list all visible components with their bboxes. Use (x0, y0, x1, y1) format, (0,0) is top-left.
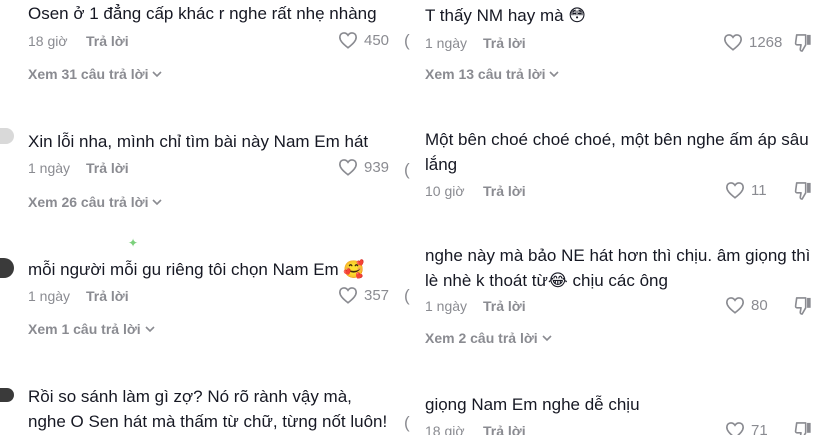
comment-text: nghe này mà bảo NE hát hơn thì chịu. âm … (425, 246, 811, 290)
comment-item: giọng Nam Em nghe dễ chịu 18 giờ Trả lời… (417, 392, 829, 435)
left-comment-column: Osen ở 1 đẳng cấp khác r nghe rất nhẹ nh… (0, 0, 412, 435)
heart-outline-icon (723, 34, 743, 51)
like-count: 357 (364, 286, 390, 304)
comment-meta: 10 giờ Trả lời (425, 183, 526, 199)
like-count: 11 (751, 181, 767, 199)
chevron-down-icon (549, 70, 560, 77)
comment-text: Osen ở 1 đẳng cấp khác r nghe rất nhẹ nh… (28, 4, 377, 23)
reply-button[interactable]: Trả lời (86, 160, 129, 176)
heart-outline-icon (725, 182, 745, 199)
comment-time: 18 giờ (28, 33, 68, 49)
truncated-glyph: ( (404, 286, 410, 305)
reply-button[interactable]: Trả lời (483, 35, 526, 51)
like-button[interactable]: 1268 (723, 33, 782, 51)
comment-text: Rồi so sánh làm gì zợ? Nó rõ rành vậy mà… (28, 387, 388, 431)
view-replies-label: Xem 26 câu trả lời (28, 194, 149, 210)
comment-time: 1 ngày (28, 288, 71, 304)
comment-meta: 1 ngày Trả lời (425, 35, 526, 51)
comment-item: T thấy NM hay mà 😳 1 ngày Trả lời 1268 X… (417, 0, 829, 100)
chevron-down-icon (145, 325, 155, 332)
comment-meta: 18 giờ Trả lời (28, 33, 129, 49)
like-count: 80 (751, 296, 768, 314)
comment-meta: 1 ngày Trả lời (425, 298, 526, 314)
comment-text: Xin lỗi nha, mình chỉ tìm bài này Nam Em… (28, 132, 369, 151)
chevron-down-icon (542, 334, 552, 341)
like-button[interactable]: 71 (725, 421, 768, 435)
avatar[interactable] (0, 258, 14, 278)
reply-button[interactable]: Trả lời (86, 288, 129, 304)
reply-button[interactable]: Trả lời (86, 33, 129, 49)
chevron-down-icon (152, 198, 163, 205)
view-replies-button[interactable]: Xem 26 câu trả lời (28, 194, 163, 210)
like-count: 939 (364, 158, 390, 176)
truncated-glyph: ( (404, 31, 410, 50)
view-replies-button[interactable]: Xem 1 câu trả lời (28, 321, 155, 337)
reply-button[interactable]: Trả lời (483, 423, 526, 435)
comment-text: giọng Nam Em nghe dễ chịu (425, 395, 640, 414)
comment-meta: 1 ngày Trả lời (28, 288, 129, 304)
comment-time: 1 ngày (425, 298, 468, 314)
truncated-glyph: ( (404, 160, 410, 179)
chevron-down-icon (152, 70, 163, 77)
like-button[interactable]: 11 (725, 181, 767, 199)
thumb-down-icon[interactable] (794, 181, 812, 201)
like-count: 1268 (749, 33, 783, 51)
view-replies-label: Xem 13 câu trả lời (425, 66, 546, 82)
comment-item: Rồi so sánh làm gì zợ? Nó rõ rành vậy mà… (0, 382, 412, 435)
comment-time: 10 giờ (425, 183, 465, 199)
like-button[interactable]: 357 (338, 286, 389, 304)
reply-button[interactable]: Trả lời (483, 298, 526, 314)
comment-time: 18 giờ (425, 423, 465, 435)
heart-outline-icon (338, 32, 358, 49)
truncated-glyph: ( (404, 413, 410, 432)
heart-outline-icon (338, 287, 358, 304)
view-replies-button[interactable]: Xem 2 câu trả lời (425, 330, 552, 346)
thumb-down-icon[interactable] (794, 421, 812, 435)
comment-item: Một bên choé choé choé, một bên nghe ấm … (417, 124, 829, 224)
like-button[interactable]: 450 (338, 31, 389, 49)
heart-outline-icon (725, 297, 745, 314)
view-replies-label: Xem 31 câu trả lời (28, 66, 149, 82)
comment-item: Osen ở 1 đẳng cấp khác r nghe rất nhẹ nh… (0, 0, 412, 100)
comment-time: 1 ngày (28, 160, 71, 176)
thumb-down-icon[interactable] (794, 33, 812, 53)
comment-item: nghe này mà bảo NE hát hơn thì chịu. âm … (417, 243, 829, 353)
heart-outline-icon (338, 159, 358, 176)
avatar[interactable] (0, 128, 14, 144)
like-button[interactable]: 80 (725, 296, 768, 314)
comment-text: mỗi người mỗi gu riêng tôi chọn Nam Em 🥰 (28, 260, 365, 279)
avatar[interactable] (0, 388, 14, 402)
comment-item: Xin lỗi nha, mình chỉ tìm bài này Nam Em… (0, 118, 412, 218)
reply-button[interactable]: Trả lời (483, 183, 526, 199)
comment-meta: 1 ngày Trả lời (28, 160, 129, 176)
comment-text: T thấy NM hay mà 😳 (425, 6, 587, 25)
sparkle-icon: ✦ (128, 236, 139, 250)
view-replies-label: Xem 2 câu trả lời (425, 330, 538, 346)
like-count: 450 (364, 31, 390, 49)
view-replies-button[interactable]: Xem 13 câu trả lời (425, 66, 560, 82)
like-button[interactable]: 939 (338, 158, 389, 176)
like-count: 71 (751, 421, 768, 435)
comment-time: 1 ngày (425, 35, 468, 51)
comment-item: ✦ mỗi người mỗi gu riêng tôi chọn Nam Em… (0, 230, 412, 340)
right-comment-column: T thấy NM hay mà 😳 1 ngày Trả lời 1268 X… (417, 0, 829, 435)
heart-outline-icon (725, 422, 745, 435)
view-replies-button[interactable]: Xem 31 câu trả lời (28, 66, 163, 82)
view-replies-label: Xem 1 câu trả lời (28, 321, 141, 337)
comment-text: Một bên choé choé choé, một bên nghe ấm … (425, 130, 809, 174)
comment-meta: 18 giờ Trả lời (425, 423, 526, 435)
thumb-down-icon[interactable] (794, 296, 812, 316)
